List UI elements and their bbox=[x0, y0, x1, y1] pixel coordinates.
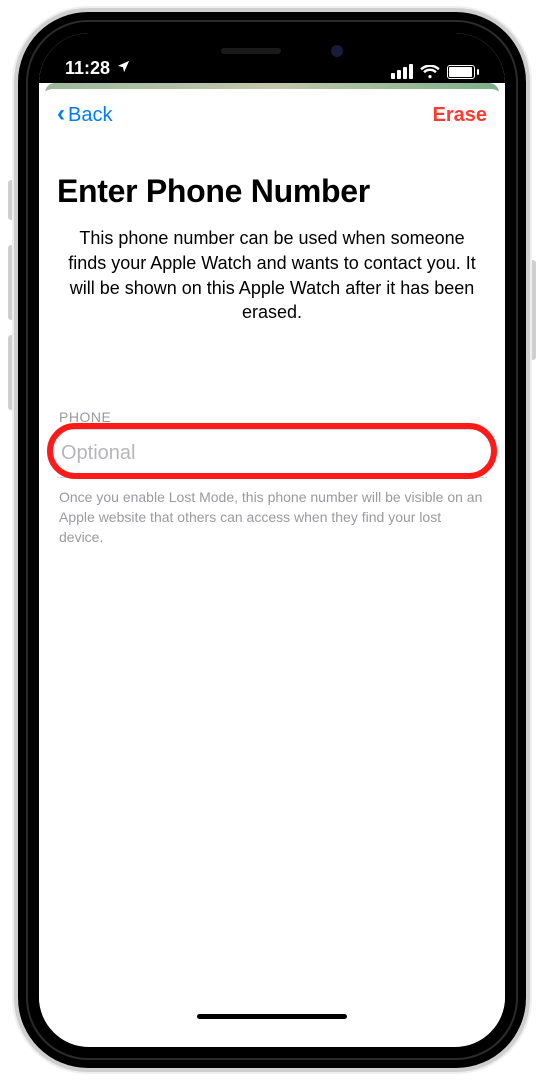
phone-input[interactable] bbox=[57, 429, 487, 478]
battery-icon bbox=[447, 65, 479, 79]
erase-button[interactable]: Erase bbox=[433, 104, 488, 127]
phone-footer-note: Once you enable Lost Mode, this phone nu… bbox=[57, 488, 487, 547]
page-title: Enter Phone Number bbox=[57, 173, 487, 210]
nav-bar: ‹ Back Erase bbox=[57, 103, 487, 127]
back-button-label: Back bbox=[68, 104, 112, 127]
device-frame: 11:28 ‹ bbox=[18, 12, 526, 1068]
power-button[interactable] bbox=[530, 260, 536, 360]
volume-down-button[interactable] bbox=[8, 335, 14, 410]
cellular-signal-icon bbox=[391, 64, 413, 79]
front-camera bbox=[331, 45, 343, 57]
back-button[interactable]: ‹ Back bbox=[57, 103, 112, 127]
silent-switch[interactable] bbox=[8, 180, 14, 220]
phone-section-label: PHONE bbox=[59, 409, 487, 425]
phone-input-row bbox=[57, 429, 487, 478]
chevron-left-icon: ‹ bbox=[57, 102, 65, 126]
notch bbox=[162, 33, 382, 69]
wifi-icon bbox=[420, 65, 440, 79]
status-time: 11:28 bbox=[65, 58, 110, 79]
modal-sheet: ‹ Back Erase Enter Phone Number This pho… bbox=[39, 89, 505, 1029]
screen: 11:28 ‹ bbox=[39, 33, 505, 1047]
speaker-grille bbox=[221, 48, 281, 54]
home-indicator[interactable] bbox=[197, 1014, 347, 1019]
volume-up-button[interactable] bbox=[8, 245, 14, 320]
page-description: This phone number can be used when someo… bbox=[57, 226, 487, 325]
location-arrow-icon bbox=[116, 58, 131, 79]
